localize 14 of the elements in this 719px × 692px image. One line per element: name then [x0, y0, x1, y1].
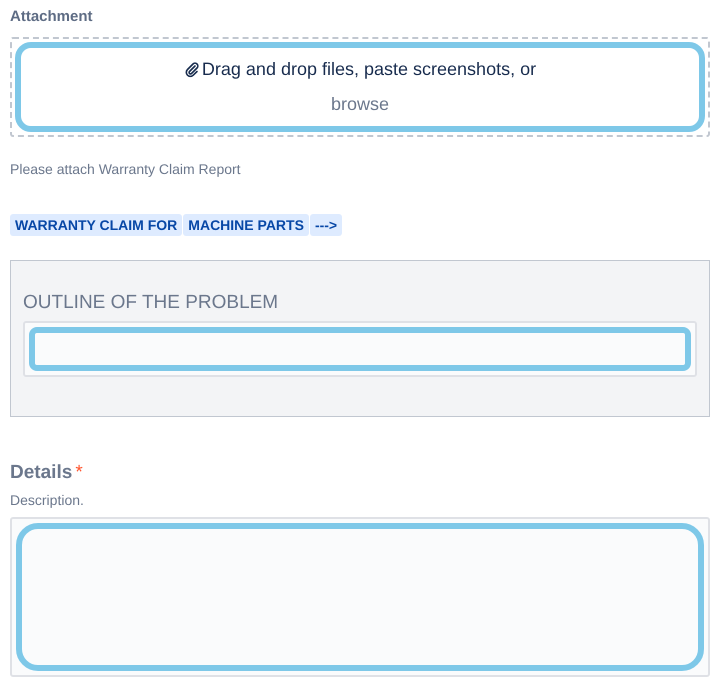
drop-zone[interactable]: Drag and drop files, paste screenshots, or browse: [10, 37, 710, 137]
field-label: Details: [10, 461, 72, 485]
drop-zone-prompt: Drag and drop files, paste screenshots, or: [202, 58, 536, 81]
tag: MACHINE PARTS: [183, 214, 309, 236]
browse-link[interactable]: browse: [330, 91, 390, 118]
paperclip-icon: [184, 62, 200, 78]
field-description: Description.: [10, 490, 85, 510]
tag: WARRANTY CLAIM FOR: [10, 214, 182, 236]
required-mark: *: [75, 461, 83, 485]
field-label: Attachment: [10, 7, 94, 27]
input-field[interactable]: [23, 321, 697, 377]
tag: --->: [310, 214, 342, 236]
section-heading: OUTLINE OF THE PROBLEM: [23, 291, 280, 315]
help-text: Please attach Warranty Claim Report: [10, 160, 242, 179]
